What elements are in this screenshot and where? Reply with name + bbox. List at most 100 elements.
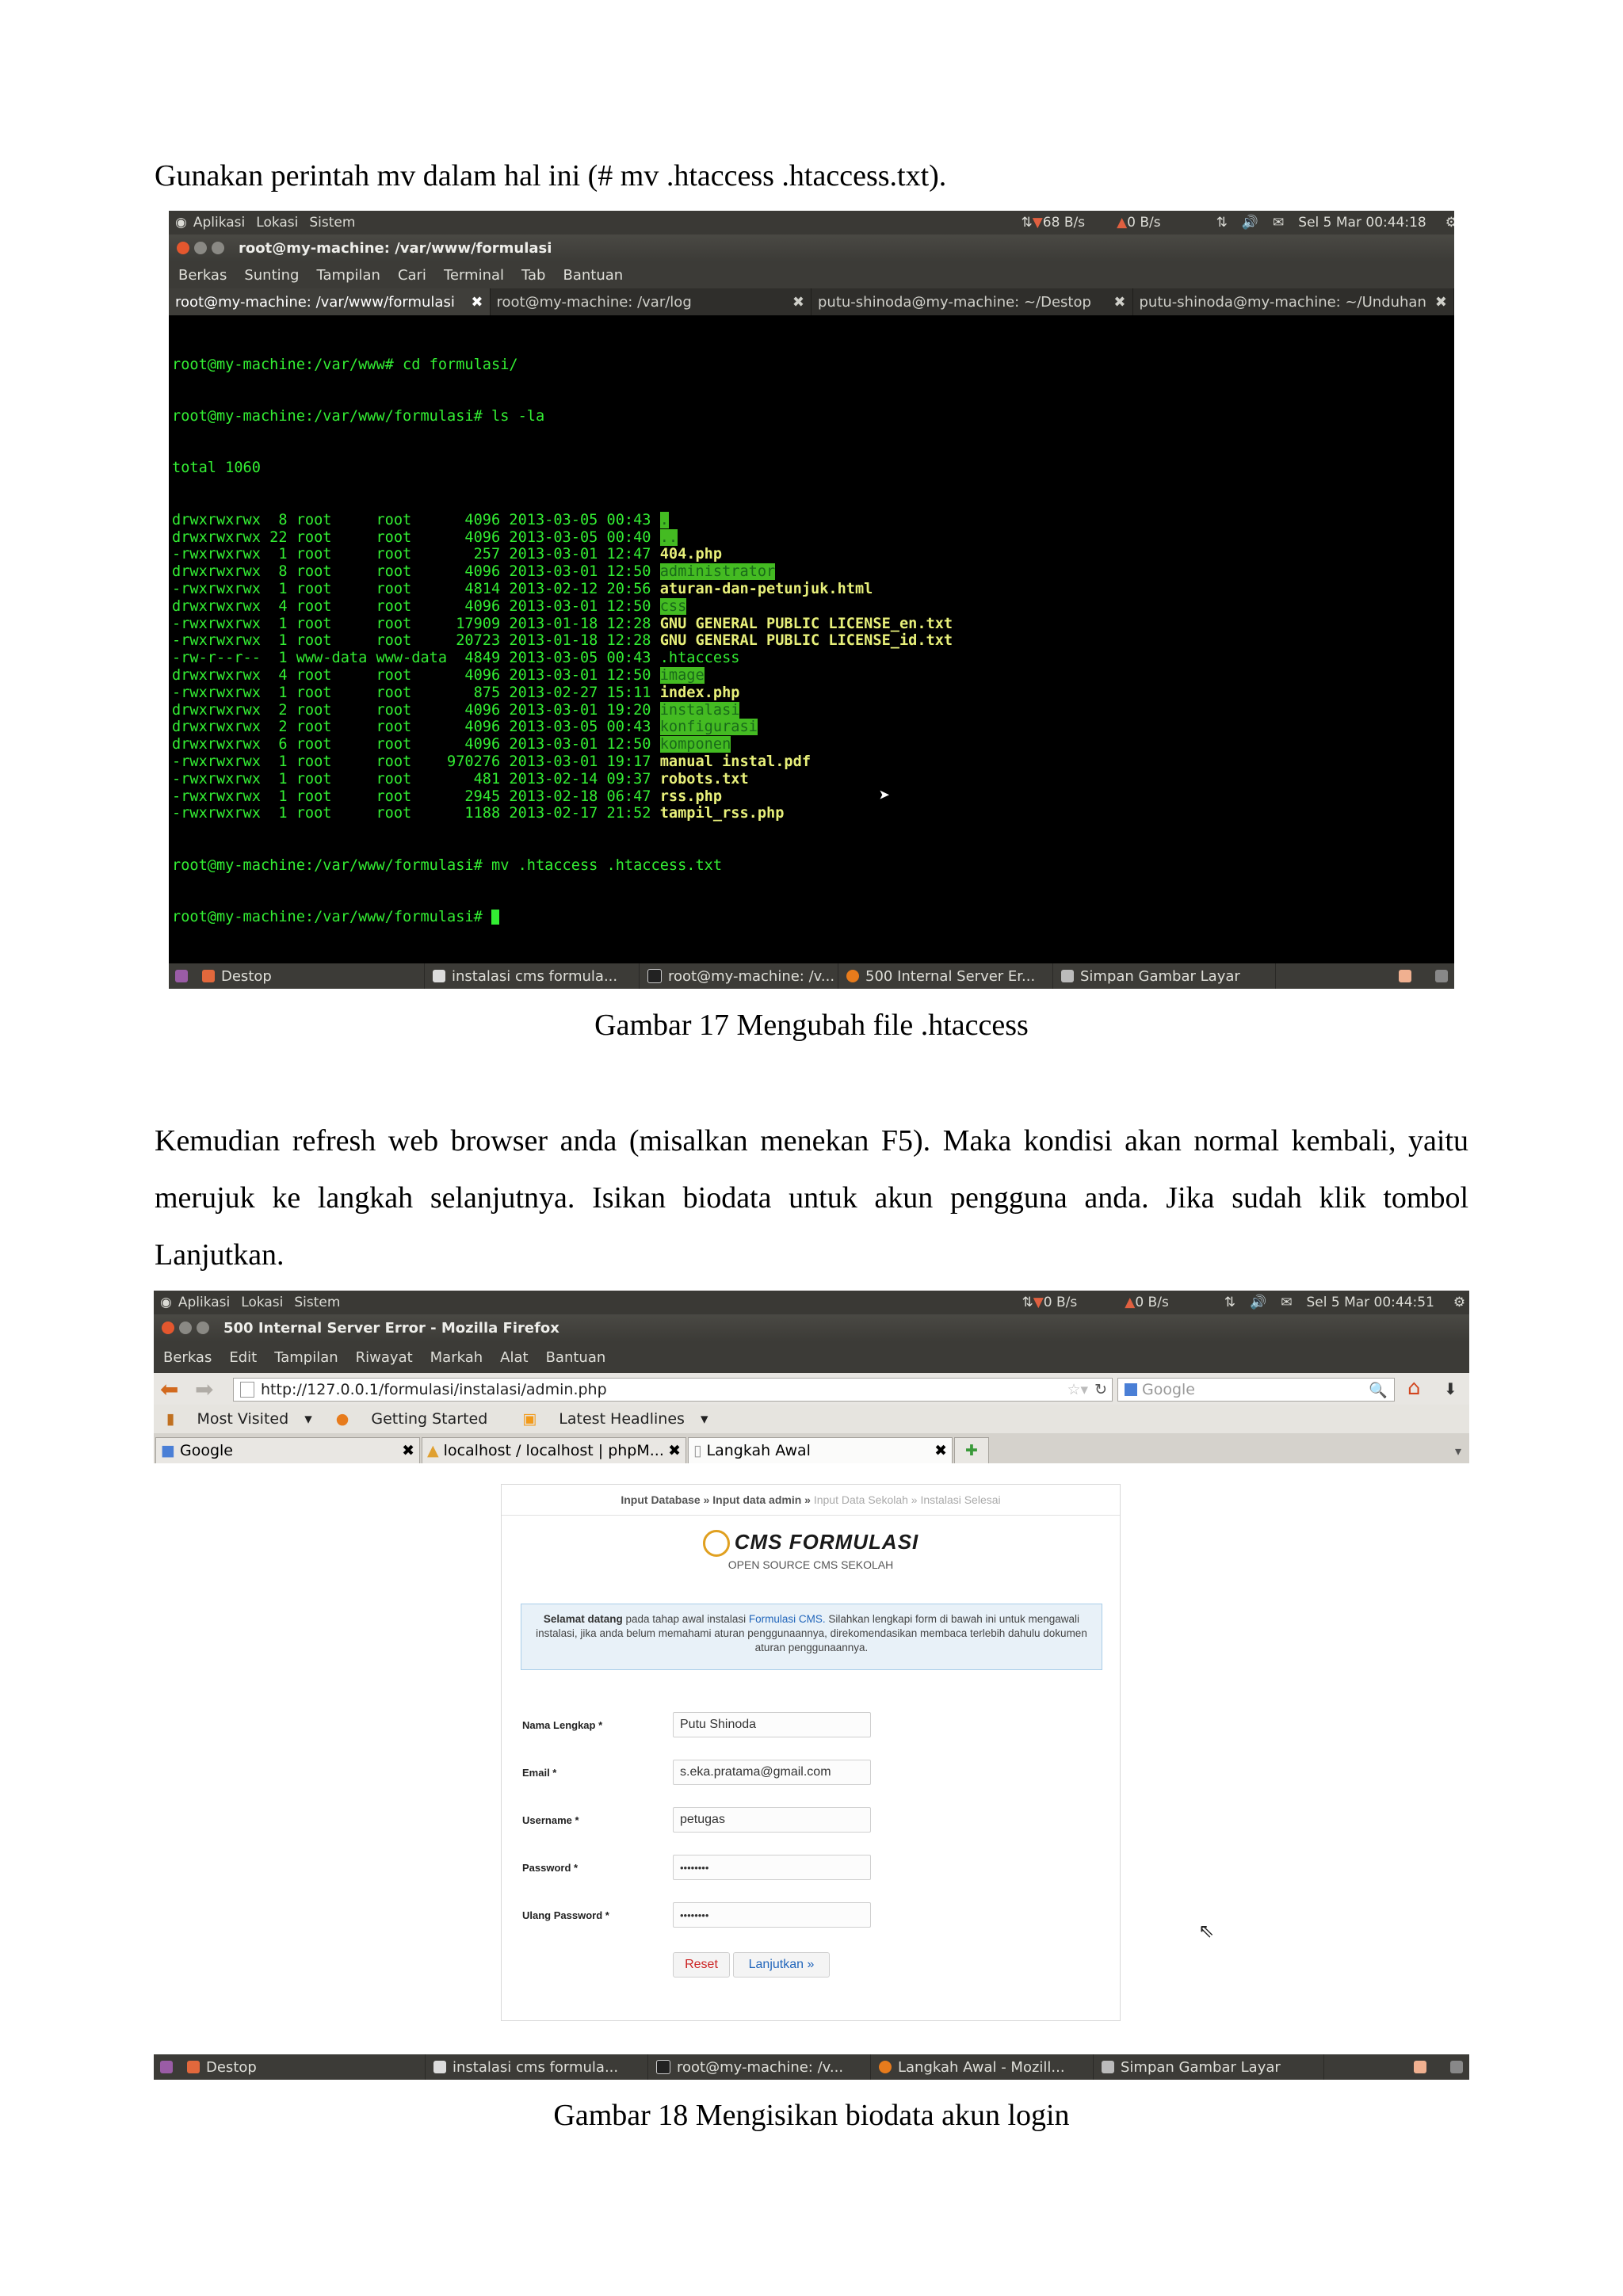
- confirm-password-input[interactable]: ••••••••: [673, 1902, 871, 1928]
- menu-sunting[interactable]: Sunting: [244, 267, 299, 284]
- close-tab-icon[interactable]: ✖: [471, 294, 483, 311]
- menu-sistem[interactable]: Sistem: [309, 215, 355, 231]
- netspeed-down-icon: ⇅: [1021, 215, 1033, 231]
- task-terminal[interactable]: root@my-machine: /v...: [640, 963, 838, 989]
- show-desktop-icon[interactable]: [175, 970, 188, 982]
- trash-icon[interactable]: [1450, 2061, 1463, 2073]
- clock[interactable]: Sel 5 Mar 00:44:51: [1306, 1295, 1434, 1310]
- close-tab-icon[interactable]: ✖: [402, 1442, 414, 1459]
- listing-row: -rwxrwxrwx 1 root root 481 2013-02-14 09…: [172, 771, 1454, 788]
- field-row: Email * s.eka.pratama@gmail.com: [522, 1759, 1120, 1786]
- menu-tampilan[interactable]: Tampilan: [274, 1349, 338, 1366]
- workspace-switcher-icon[interactable]: [1414, 2061, 1426, 2073]
- reload-icon[interactable]: ↻: [1094, 1381, 1107, 1398]
- task-document[interactable]: instalasi cms formula...: [426, 2054, 648, 2080]
- url-bar[interactable]: http://127.0.0.1/formulasi/instalasi/adm…: [233, 1378, 1113, 1402]
- close-tab-icon[interactable]: ✖: [792, 294, 804, 311]
- full-name-input[interactable]: Putu Shinoda: [673, 1712, 871, 1737]
- menu-riwayat[interactable]: Riwayat: [356, 1349, 413, 1366]
- new-tab-button[interactable]: ✚: [954, 1437, 989, 1463]
- close-window-icon[interactable]: [177, 242, 189, 254]
- username-input[interactable]: petugas: [673, 1807, 871, 1833]
- maximize-window-icon[interactable]: [212, 242, 224, 254]
- task-screenshot[interactable]: Simpan Gambar Layar: [1094, 2054, 1324, 2080]
- volume-icon[interactable]: 🔊: [1242, 215, 1258, 231]
- password-input[interactable]: ••••••••: [673, 1855, 871, 1880]
- task-firefox[interactable]: Langkah Awal - Mozill...: [871, 2054, 1094, 2080]
- tab-list-icon[interactable]: ▾: [1455, 1444, 1461, 1459]
- menu-tampilan[interactable]: Tampilan: [316, 267, 380, 284]
- close-tab-icon[interactable]: ✖: [1113, 294, 1125, 311]
- terminal-output[interactable]: root@my-machine:/var/www# cd formulasi/ …: [169, 315, 1454, 963]
- task-screenshot[interactable]: Simpan Gambar Layar: [1053, 963, 1276, 989]
- menu-berkas[interactable]: Berkas: [163, 1349, 212, 1366]
- menu-lokasi[interactable]: Lokasi: [241, 1295, 283, 1310]
- search-icon[interactable]: 🔍: [1369, 1381, 1388, 1399]
- close-tab-icon[interactable]: ✖: [1435, 294, 1447, 311]
- menu-cari[interactable]: Cari: [398, 267, 426, 284]
- close-window-icon[interactable]: [162, 1322, 174, 1334]
- web-page: Input Database » Input data admin » Inpu…: [154, 1463, 1469, 2054]
- menu-bantuan[interactable]: Bantuan: [563, 267, 624, 284]
- menu-alat[interactable]: Alat: [500, 1349, 528, 1366]
- task-terminal[interactable]: root@my-machine: /v...: [648, 2054, 871, 2080]
- bookmark-label: Most Visited: [197, 1410, 289, 1428]
- forward-arrow-icon[interactable]: ➡: [195, 1376, 213, 1402]
- menu-aplikasi[interactable]: Aplikasi: [193, 215, 245, 231]
- bookmark-most-visited[interactable]: ▮ Most Visited ▾: [160, 1410, 312, 1428]
- show-desktop-icon[interactable]: [160, 2061, 173, 2073]
- close-tab-icon[interactable]: ✖: [934, 1442, 947, 1459]
- network-icon[interactable]: ⇅: [1224, 1295, 1235, 1310]
- task-firefox[interactable]: 500 Internal Server Er...: [838, 963, 1053, 989]
- menu-sistem[interactable]: Sistem: [294, 1295, 340, 1310]
- mail-icon[interactable]: ✉: [1273, 215, 1284, 231]
- listing-filename: GNU GENERAL PUBLIC LICENSE_en.txt: [659, 615, 953, 632]
- tab-phpmyadmin[interactable]: ▲ localhost / localhost | phpM... ✖: [422, 1437, 686, 1463]
- task-label: Simpan Gambar Layar: [1121, 2058, 1281, 2076]
- terminal-tab[interactable]: putu-shinoda@my-machine: ~/Destop ✖: [812, 288, 1133, 315]
- task-destop[interactable]: Destop: [179, 2054, 426, 2080]
- menu-lokasi[interactable]: Lokasi: [256, 215, 298, 231]
- tab-langkah-awal[interactable]: ▯ Langkah Awal ✖: [688, 1437, 953, 1463]
- task-label: root@my-machine: /v...: [677, 2058, 844, 2076]
- tab-google[interactable]: ■ Google ✖: [155, 1437, 420, 1463]
- terminal-tab[interactable]: putu-shinoda@my-machine: ~/Unduhan ✖: [1133, 288, 1454, 315]
- search-bar[interactable]: Google 🔍: [1117, 1378, 1395, 1402]
- listing-row: drwxrwxrwx 2 root root 4096 2013-03-01 1…: [172, 701, 1454, 719]
- menu-edit[interactable]: Edit: [229, 1349, 257, 1366]
- bookmark-getting-started[interactable]: ● Getting Started: [330, 1410, 499, 1428]
- ubuntu-logo-icon: ◉: [175, 215, 187, 231]
- home-icon[interactable]: ⌂: [1407, 1376, 1421, 1400]
- mail-icon[interactable]: ✉: [1281, 1295, 1292, 1310]
- email-input[interactable]: s.eka.pratama@gmail.com: [673, 1760, 871, 1785]
- cms-link[interactable]: Formulasi CMS.: [749, 1613, 826, 1625]
- url-text: http://127.0.0.1/formulasi/instalasi/adm…: [261, 1381, 607, 1398]
- back-arrow-icon[interactable]: ⬅: [160, 1376, 178, 1402]
- terminal-tab[interactable]: root@my-machine: /var/www/formulasi ✖: [169, 288, 491, 315]
- menu-aplikasi[interactable]: Aplikasi: [178, 1295, 230, 1310]
- clock[interactable]: Sel 5 Mar 00:44:18: [1298, 215, 1426, 231]
- menu-bantuan[interactable]: Bantuan: [546, 1349, 606, 1366]
- mouse-pointer-icon: ⇖: [1198, 1920, 1215, 1942]
- volume-icon[interactable]: 🔊: [1250, 1295, 1266, 1310]
- maximize-window-icon[interactable]: [197, 1322, 209, 1334]
- terminal-tab[interactable]: root@my-machine: /var/log ✖: [491, 288, 812, 315]
- task-document[interactable]: instalasi cms formula...: [425, 963, 640, 989]
- minimize-window-icon[interactable]: [179, 1322, 192, 1334]
- menu-terminal[interactable]: Terminal: [444, 267, 504, 284]
- download-icon[interactable]: ⬇: [1444, 1379, 1457, 1398]
- close-tab-icon[interactable]: ✖: [668, 1442, 681, 1459]
- bookmark-latest-headlines[interactable]: ▣ Latest Headlines ▾: [516, 1410, 708, 1428]
- menu-berkas[interactable]: Berkas: [178, 267, 227, 284]
- menu-markah[interactable]: Markah: [430, 1349, 483, 1366]
- network-icon[interactable]: ⇅: [1216, 215, 1228, 231]
- workspace-switcher-icon[interactable]: [1399, 970, 1411, 982]
- task-destop[interactable]: Destop: [194, 963, 425, 989]
- minimize-window-icon[interactable]: [194, 242, 207, 254]
- bookmark-star-icon[interactable]: ☆▾: [1067, 1381, 1089, 1398]
- trash-icon[interactable]: [1435, 970, 1448, 982]
- reset-button[interactable]: Reset: [673, 1952, 730, 1978]
- continue-button[interactable]: Lanjutkan »: [733, 1952, 830, 1978]
- menu-tab[interactable]: Tab: [521, 267, 545, 284]
- breadcrumb-active-steps: Input Database » Input data admin »: [621, 1493, 811, 1506]
